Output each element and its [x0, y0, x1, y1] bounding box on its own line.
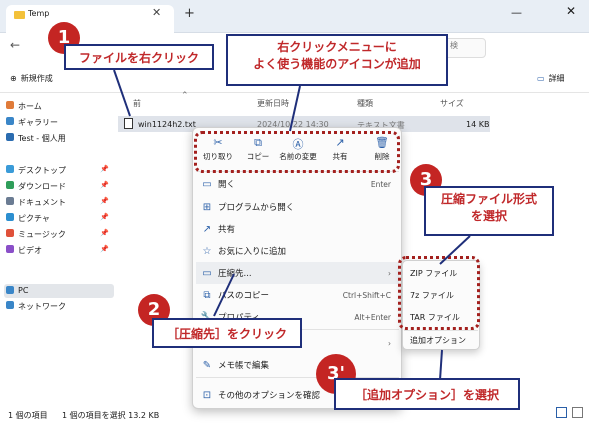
callout-format-line1: 圧縮ファイル形式 — [440, 192, 537, 206]
callout-format: 圧縮ファイル形式 を選択 — [424, 186, 554, 236]
leader-line-3p — [439, 349, 443, 381]
callout-toolbar-line1: 右クリックメニューに — [277, 40, 397, 54]
leader-line-2 — [213, 273, 235, 317]
leader-line-1 — [113, 69, 131, 117]
callout-more-options: ［追加オプション］を選択 — [334, 378, 520, 410]
callout-compress: ［圧縮先］をクリック — [152, 318, 302, 348]
callout-toolbar-icons: 右クリックメニューに よく使う機能のアイコンが追加 — [226, 34, 448, 86]
leader-line-top — [289, 85, 301, 132]
callout-format-line2: を選択 — [470, 209, 507, 223]
callout-toolbar-line2: よく使う機能のアイコンが追加 — [253, 57, 421, 71]
leader-line-3 — [439, 235, 471, 265]
